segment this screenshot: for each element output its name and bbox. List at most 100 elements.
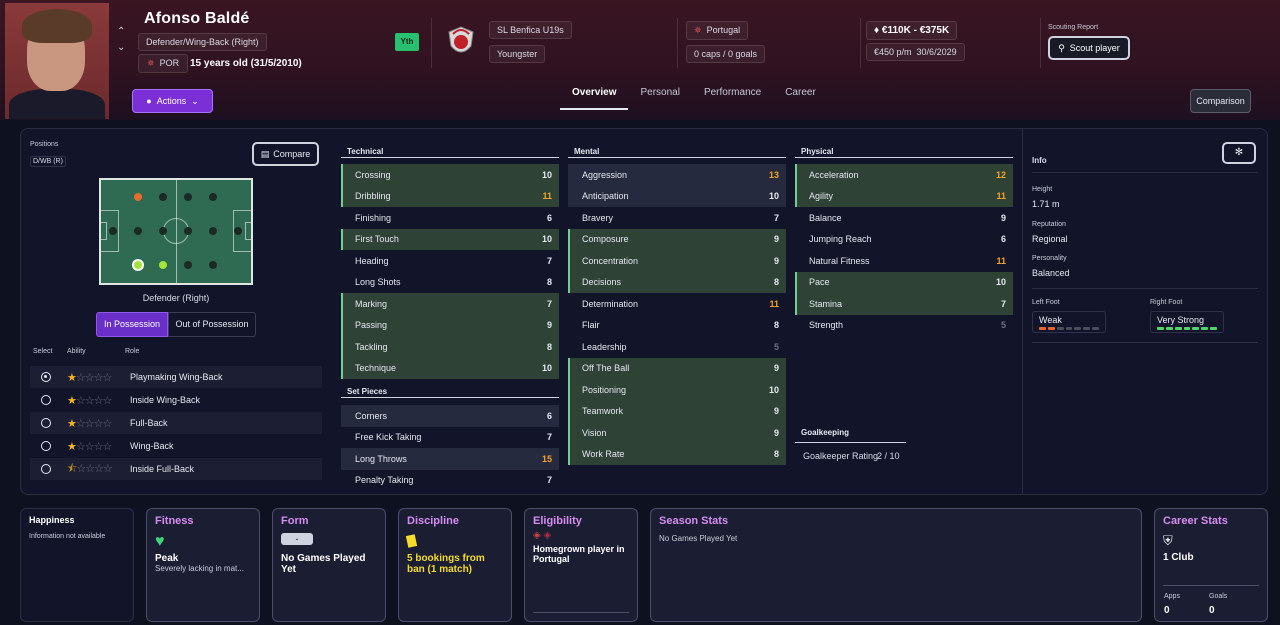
career-stats-title: Career Stats — [1163, 515, 1228, 527]
role-row[interactable]: ★☆☆☆☆ Playmaking Wing-Back — [30, 366, 322, 388]
attribute-row[interactable]: Composure 9 — [568, 228, 786, 250]
attribute-row[interactable]: Jumping Reach 6 — [795, 229, 1013, 251]
attribute-row[interactable]: Penalty Taking 7 — [341, 470, 559, 492]
attribute-row[interactable]: Anticipation 10 — [568, 185, 786, 207]
attribute-row[interactable]: Off The Ball 9 — [568, 357, 786, 379]
player-header: ⌃ ⌄ Afonso Baldé Defender/Wing-Back (Rig… — [0, 0, 1280, 120]
actions-button[interactable]: ● Actions ⌄ — [132, 89, 213, 113]
role-radio[interactable] — [41, 464, 51, 474]
attribute-value: 10 — [541, 234, 552, 245]
attribute-row[interactable]: Tackling 8 — [341, 336, 559, 358]
physical-attributes: Acceleration 12 Agility 11 Balance 9 Jumping R… — [795, 164, 1013, 336]
tab-performance[interactable]: Performance — [692, 84, 773, 110]
attribute-value: 5 — [1000, 320, 1006, 331]
foot-meter-pip — [1201, 327, 1209, 330]
attribute-row[interactable]: Flair 8 — [568, 315, 786, 337]
attribute-row[interactable]: Decisions 8 — [568, 271, 786, 293]
height-label: Height — [1032, 186, 1053, 193]
attribute-row[interactable]: Long Shots 8 — [341, 272, 559, 294]
season-stats-card[interactable]: Season Stats No Games Played Yet — [650, 508, 1142, 622]
tab-career[interactable]: Career — [773, 84, 828, 110]
attribute-row[interactable]: Agility 11 — [795, 185, 1013, 207]
attribute-row[interactable]: Aggression 13 — [568, 164, 786, 186]
attribute-value: 15 — [541, 453, 552, 464]
scout-player-button[interactable]: ⚲ Scout player — [1048, 36, 1130, 60]
attribute-value: 11 — [996, 191, 1006, 202]
out-of-possession-button[interactable]: Out of Possession — [168, 312, 256, 337]
attribute-row[interactable]: Acceleration 12 — [795, 164, 1013, 186]
attribute-name: Bravery — [582, 212, 614, 223]
attribute-row[interactable]: Balance 9 — [795, 207, 1013, 229]
attribute-row[interactable]: Free Kick Taking 7 — [341, 427, 559, 449]
fitness-card[interactable]: Fitness ♥ Peak Severely lacking in mat..… — [146, 508, 260, 622]
attribute-row[interactable]: Leadership 5 — [568, 336, 786, 358]
foot-meter-pip — [1183, 327, 1191, 330]
comparison-button[interactable]: Comparison — [1190, 89, 1251, 113]
eligibility-card[interactable]: Eligibility ◈ ◈ Homegrown player in Port… — [524, 508, 638, 622]
role-radio[interactable] — [41, 395, 51, 405]
happiness-card[interactable]: Happiness Information not available — [20, 508, 134, 622]
attribute-value: 8 — [773, 449, 779, 460]
attribute-row[interactable]: Stamina 7 — [795, 293, 1013, 315]
in-possession-button[interactable]: In Possession — [96, 312, 168, 337]
role-radio[interactable] — [41, 441, 51, 451]
selected-position-label: Defender (Right) — [142, 293, 210, 303]
attribute-row[interactable]: Work Rate 8 — [568, 443, 786, 465]
attribute-row[interactable]: Natural Fitness 11 — [795, 250, 1013, 272]
attribute-row[interactable]: First Touch 10 — [341, 228, 559, 250]
attribute-row[interactable]: Teamwork 9 — [568, 400, 786, 422]
attribute-row[interactable]: Heading 7 — [341, 250, 559, 272]
nation-chip[interactable]: ✵ Portugal — [686, 21, 749, 40]
foot-meter-pip — [1047, 327, 1055, 330]
attribute-value: 6 — [1000, 234, 1006, 245]
attribute-row[interactable]: Dribbling 11 — [341, 185, 559, 207]
career-stats-card[interactable]: Career Stats ⛨ 1 Club Apps 0 Goals 0 — [1154, 508, 1268, 622]
attribute-row[interactable]: Vision 9 — [568, 422, 786, 444]
attribute-row[interactable]: Concentration 9 — [568, 250, 786, 272]
left-foot-value: Weak — [1039, 315, 1062, 325]
club-name[interactable]: SL Benfica U19s — [489, 21, 572, 39]
attribute-row[interactable]: Determination 11 — [568, 293, 786, 315]
role-row[interactable]: ⯪☆☆☆☆ Inside Full-Back — [30, 458, 322, 480]
attribute-row[interactable]: Technique 10 — [341, 357, 559, 379]
apps-label: Apps — [1164, 593, 1180, 600]
apps-value: 0 — [1164, 605, 1170, 616]
attribute-value: 5 — [773, 341, 779, 352]
attribute-name: Work Rate — [582, 449, 625, 460]
attribute-name: Long Throws — [355, 453, 407, 464]
attribute-value: 9 — [1000, 212, 1006, 223]
tab-overview[interactable]: Overview — [560, 84, 629, 110]
role-radio[interactable] — [41, 418, 51, 428]
attribute-row[interactable]: Bravery 7 — [568, 207, 786, 229]
compare-button[interactable]: ▤ Compare — [252, 142, 319, 166]
role-radio[interactable] — [41, 372, 51, 382]
discipline-card[interactable]: Discipline 5 bookings from ban (1 match) — [398, 508, 512, 622]
position-code: D/WB (R) — [30, 156, 66, 167]
attribute-view-button[interactable]: ✻ — [1222, 142, 1256, 164]
club-crest-icon[interactable] — [445, 24, 477, 60]
role-row[interactable]: ★☆☆☆☆ Full-Back — [30, 412, 322, 434]
attribute-row[interactable]: Marking 7 — [341, 293, 559, 315]
next-player-icon[interactable]: ⌄ — [117, 42, 125, 53]
goalkeeper-rating-value: 2 / 10 — [877, 451, 900, 461]
heart-icon: ♥ — [155, 533, 165, 550]
shield-icon: ⛨ — [1163, 533, 1173, 548]
attribute-row[interactable]: Strength 5 — [795, 315, 1013, 337]
form-card[interactable]: Form - No Games Played Yet — [272, 508, 386, 622]
position-pitch — [99, 178, 253, 285]
tab-personal[interactable]: Personal — [628, 84, 691, 110]
fitness-sub: Severely lacking in mat... — [155, 564, 244, 573]
attribute-row[interactable]: Finishing 6 — [341, 207, 559, 229]
role-row[interactable]: ★☆☆☆☆ Wing-Back — [30, 435, 322, 457]
eligibility-title: Eligibility — [533, 515, 582, 527]
attribute-row[interactable]: Passing 9 — [341, 314, 559, 336]
player-photo — [5, 3, 109, 119]
attribute-row[interactable]: Pace 10 — [795, 271, 1013, 293]
role-row[interactable]: ★☆☆☆☆ Inside Wing-Back — [30, 389, 322, 411]
attribute-row[interactable]: Positioning 10 — [568, 379, 786, 401]
attribute-row[interactable]: Crossing 10 — [341, 164, 559, 186]
attribute-row[interactable]: Long Throws 15 — [341, 448, 559, 470]
previous-player-icon[interactable]: ⌃ — [117, 26, 125, 37]
attribute-row[interactable]: Corners 6 — [341, 405, 559, 427]
flag-icon: ✵ — [147, 58, 155, 68]
